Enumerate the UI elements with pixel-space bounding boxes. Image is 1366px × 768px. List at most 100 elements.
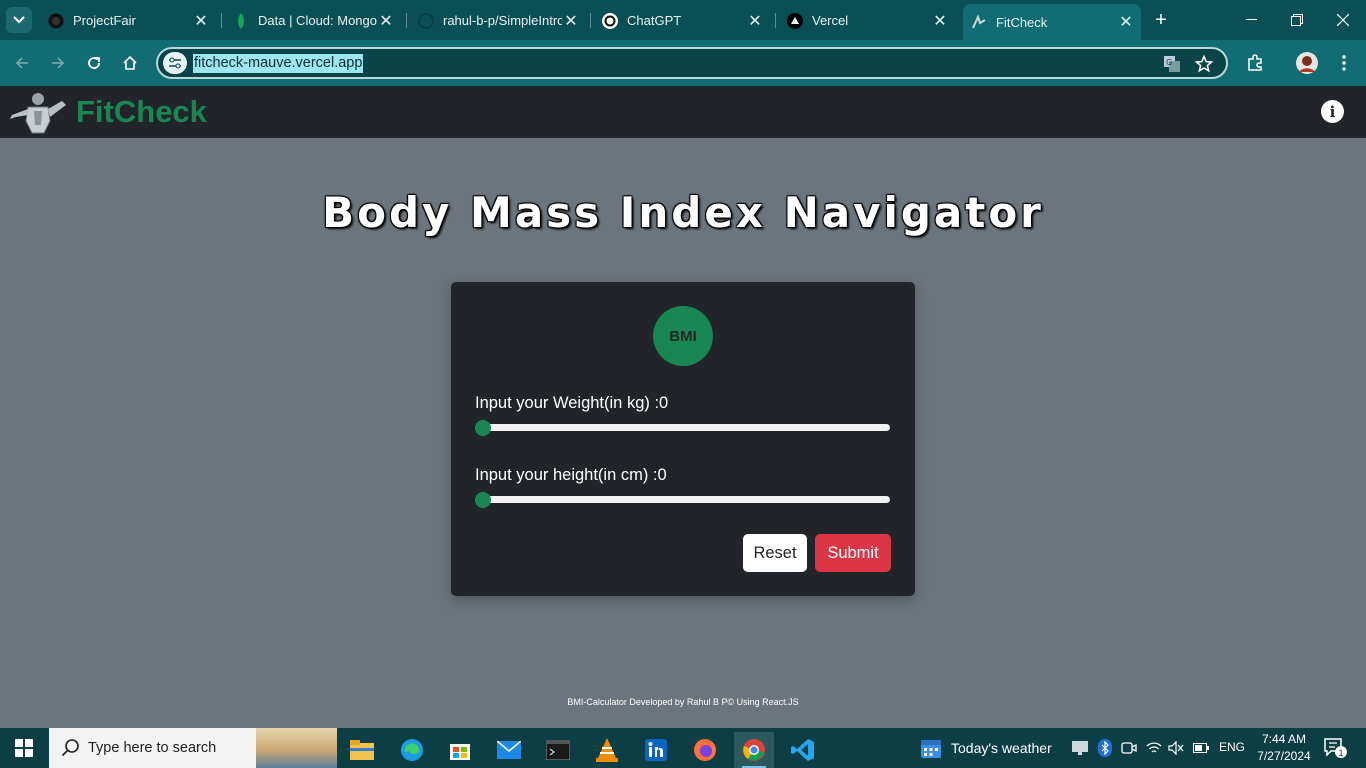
- minimize-icon: [1245, 19, 1257, 20]
- translate-icon[interactable]: G: [1162, 54, 1182, 74]
- height-slider-thumb[interactable]: [475, 492, 491, 508]
- url-text[interactable]: fitcheck-mauve.vercel.app: [193, 54, 364, 73]
- weight-slider-track[interactable]: [479, 424, 890, 431]
- microsoft-store-icon[interactable]: [440, 732, 480, 768]
- svg-text:G: G: [1166, 58, 1172, 67]
- height-slider[interactable]: [475, 492, 890, 508]
- fitcheck-logo-icon[interactable]: [8, 91, 68, 135]
- tab-mongodb[interactable]: Data | Cloud: MongoD ✕: [233, 5, 401, 36]
- page-title: Body Mass Index Navigator: [322, 188, 1044, 237]
- bmi-badge: BMI: [653, 306, 713, 366]
- tab-fitcheck[interactable]: FitCheck ✕: [963, 4, 1141, 40]
- weight-slider[interactable]: [475, 420, 890, 436]
- close-icon[interactable]: ✕: [562, 11, 580, 31]
- volume-muted-icon[interactable]: [1167, 738, 1185, 758]
- vscode-icon[interactable]: [783, 732, 823, 768]
- app-navbar: FitCheck i: [0, 86, 1366, 138]
- tab-vercel[interactable]: Vercel ✕: [787, 5, 955, 36]
- windows-taskbar: Type here to search Today's weather ENG …: [0, 728, 1366, 768]
- forward-button[interactable]: [45, 50, 71, 76]
- tab-chatgpt[interactable]: ChatGPT ✕: [602, 5, 770, 36]
- github-icon: [48, 13, 64, 29]
- arrow-right-icon: [52, 57, 65, 69]
- tab-title: FitCheck: [996, 14, 1048, 30]
- avatar-icon: [1296, 52, 1318, 74]
- tab-search-button[interactable]: [6, 7, 32, 33]
- tab-projectfair[interactable]: ProjectFair ✕: [48, 5, 216, 36]
- file-explorer-icon[interactable]: [342, 732, 382, 768]
- taskbar-search[interactable]: Type here to search: [49, 728, 337, 768]
- brand-name[interactable]: FitCheck: [76, 94, 207, 130]
- bookmark-star-icon[interactable]: [1194, 54, 1214, 74]
- address-bar[interactable]: fitcheck-mauve.vercel.app G: [156, 47, 1228, 79]
- language-indicator[interactable]: ENG: [1219, 740, 1245, 754]
- tab-title: Vercel: [812, 13, 849, 28]
- chatgpt-icon: [602, 12, 618, 29]
- mail-icon[interactable]: [489, 732, 529, 768]
- info-icon[interactable]: i: [1321, 100, 1344, 123]
- close-icon[interactable]: ✕: [931, 11, 949, 31]
- restore-icon: [1291, 14, 1303, 26]
- arrow-left-icon: [15, 57, 28, 69]
- display-tray-icon[interactable]: [1071, 738, 1089, 758]
- tab-separator: [221, 13, 222, 28]
- restore-button[interactable]: [1274, 6, 1320, 34]
- tab-github-repo[interactable]: rahul-b-p/SimpleIntro ✕: [418, 5, 586, 36]
- search-icon: [61, 739, 79, 757]
- chrome-icon[interactable]: [734, 732, 774, 768]
- close-icon: [1337, 14, 1349, 26]
- tab-separator: [590, 13, 591, 28]
- clock-time: 7:44 AM: [1261, 732, 1307, 746]
- vercel-triangle-icon: [787, 12, 803, 29]
- tab-title: rahul-b-p/SimpleIntro: [443, 13, 562, 28]
- kebab-menu-icon: [1342, 55, 1346, 71]
- bmi-form-card: BMI Input your Weight(in kg) :0 Input yo…: [451, 282, 915, 596]
- back-button[interactable]: [9, 50, 35, 76]
- home-icon: [123, 55, 137, 70]
- close-window-button[interactable]: [1320, 6, 1366, 34]
- profile-avatar[interactable]: [1294, 50, 1320, 76]
- home-button[interactable]: [117, 50, 143, 76]
- submit-button[interactable]: Submit: [815, 534, 891, 572]
- battery-icon[interactable]: [1192, 738, 1210, 758]
- browser-tab-strip: ProjectFair ✕ Data | Cloud: MongoD ✕ rah…: [0, 0, 1366, 40]
- notification-center-button[interactable]: 1: [1323, 737, 1347, 759]
- terminal-icon[interactable]: [538, 732, 578, 768]
- github-icon: [418, 12, 434, 29]
- firefox-icon[interactable]: [685, 732, 725, 768]
- new-tab-button[interactable]: +: [1150, 9, 1172, 31]
- close-icon[interactable]: ✕: [746, 11, 764, 31]
- reset-button[interactable]: Reset: [743, 534, 807, 572]
- chevron-down-icon: [13, 16, 25, 24]
- minimize-button[interactable]: [1228, 6, 1274, 34]
- edge-browser-icon[interactable]: [392, 732, 432, 768]
- tune-icon: [169, 57, 181, 69]
- browser-menu-button[interactable]: [1331, 50, 1357, 76]
- close-icon[interactable]: ✕: [192, 11, 210, 31]
- notification-icon: 1: [1324, 738, 1347, 758]
- puzzle-piece-icon: [1248, 54, 1262, 71]
- reload-button[interactable]: [81, 50, 107, 76]
- windows-logo-icon: [15, 739, 33, 757]
- search-placeholder[interactable]: Type here to search: [88, 740, 216, 756]
- close-icon[interactable]: ✕: [377, 11, 395, 31]
- search-highlight-image[interactable]: [256, 728, 337, 768]
- weight-slider-thumb[interactable]: [475, 420, 491, 436]
- height-slider-track[interactable]: [479, 496, 890, 503]
- linkedin-icon[interactable]: [636, 732, 676, 768]
- footer-credit: BMI-Calculator Developed by Rahul B P© U…: [567, 697, 799, 707]
- extensions-button[interactable]: [1242, 50, 1268, 76]
- start-button[interactable]: [0, 728, 48, 768]
- weather-widget[interactable]: Today's weather: [920, 737, 1052, 759]
- bluetooth-icon[interactable]: [1096, 738, 1114, 758]
- notification-count: 1: [1339, 748, 1344, 758]
- wifi-icon[interactable]: [1145, 738, 1163, 758]
- tab-title: ChatGPT: [627, 13, 682, 28]
- tab-separator: [775, 13, 776, 28]
- tab-title: ProjectFair: [73, 13, 136, 28]
- close-icon[interactable]: ✕: [1117, 12, 1135, 32]
- site-info-button[interactable]: [163, 52, 187, 74]
- system-clock[interactable]: 7:44 AM 7/27/2024: [1254, 731, 1314, 765]
- vlc-icon[interactable]: [587, 732, 627, 768]
- camera-tray-icon[interactable]: [1120, 738, 1138, 758]
